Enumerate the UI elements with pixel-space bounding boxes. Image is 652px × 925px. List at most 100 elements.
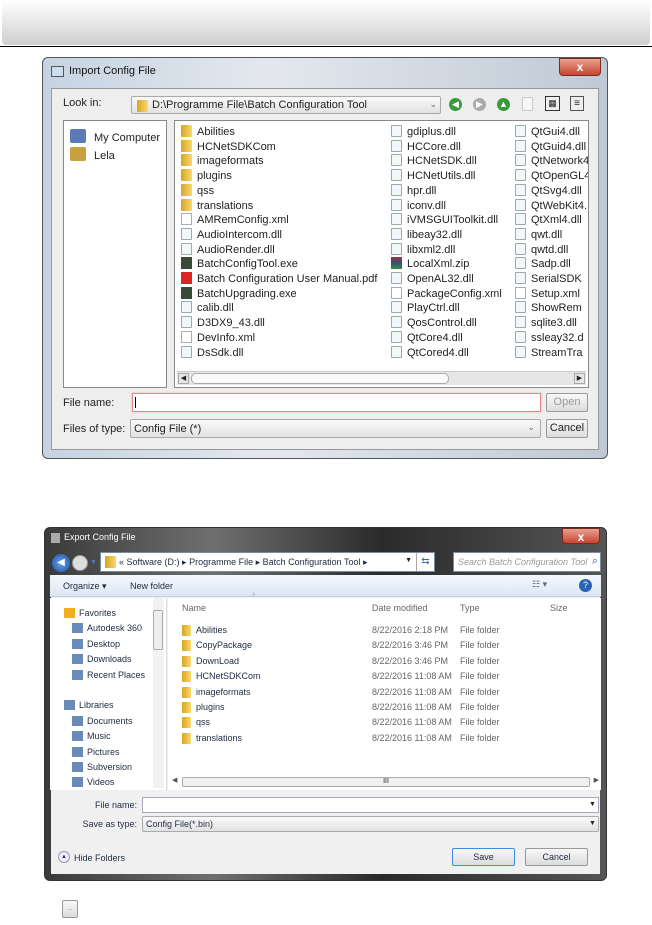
- save-button[interactable]: Save: [452, 848, 515, 866]
- scroll-left-icon[interactable]: ◀: [178, 373, 189, 384]
- file-item[interactable]: calib.dll: [181, 301, 234, 315]
- nav-item[interactable]: Subversion: [72, 760, 132, 774]
- sidebar-item[interactable]: Lela: [70, 147, 115, 162]
- sidebar-item[interactable]: My Computer: [70, 129, 160, 144]
- file-item[interactable]: iconv.dll: [391, 198, 446, 213]
- file-item[interactable]: ssleay32.d: [515, 330, 584, 345]
- table-row[interactable]: DownLoad 8/22/2016 3:46 PM File folder: [168, 655, 588, 669]
- organize-menu[interactable]: Organize ▾: [63, 581, 107, 592]
- table-row[interactable]: plugins 8/22/2016 11:08 AM File folder: [168, 701, 588, 715]
- file-item[interactable]: QtWebKit4.: [515, 198, 587, 213]
- open-button[interactable]: Open: [546, 393, 588, 412]
- file-item[interactable]: imageformats: [181, 154, 264, 168]
- file-item[interactable]: qwtd.dll: [515, 242, 568, 257]
- file-item[interactable]: LocalXml.zip: [391, 257, 469, 271]
- files-of-type-combo[interactable]: Config File (*) ⌄: [130, 419, 541, 438]
- search-input[interactable]: Search Batch Configuration Tool ⌕: [453, 552, 601, 572]
- chevron-up-icon[interactable]: ▲: [58, 851, 70, 863]
- file-item[interactable]: Abilities: [181, 125, 235, 139]
- file-item[interactable]: sqlite3.dll: [515, 316, 577, 330]
- file-item[interactable]: translations: [181, 198, 253, 213]
- table-row[interactable]: CopyPackage 8/22/2016 3:46 PM File folder: [168, 639, 588, 653]
- file-item[interactable]: D3DX9_43.dll: [181, 316, 265, 330]
- breadcrumb-separator-icon[interactable]: ▸: [361, 557, 368, 567]
- column-header[interactable]: Type: [460, 603, 480, 613]
- file-item[interactable]: QtXml4.dll: [515, 213, 582, 227]
- list-view-icon[interactable]: ▦: [545, 96, 560, 111]
- file-item[interactable]: hpr.dll: [391, 183, 436, 198]
- close-button[interactable]: x: [562, 528, 600, 544]
- file-item[interactable]: gdiplus.dll: [391, 125, 456, 139]
- file-item[interactable]: iVMSGUIToolkit.dll: [391, 213, 498, 227]
- column-header[interactable]: Size: [550, 603, 568, 613]
- file-item[interactable]: OpenAL32.dll: [391, 272, 474, 286]
- scrollbar-thumb[interactable]: [153, 610, 163, 650]
- column-header[interactable]: Name: [182, 603, 206, 613]
- file-item[interactable]: StreamTra: [515, 345, 583, 360]
- column-header[interactable]: Date modified: [372, 603, 428, 613]
- file-item[interactable]: QtCore4.dll: [391, 330, 463, 345]
- file-item[interactable]: PackageConfig.xml: [391, 286, 502, 301]
- scroll-right-icon[interactable]: ▶: [574, 373, 585, 384]
- horizontal-scrollbar[interactable]: ◀ III ▶: [168, 776, 601, 788]
- nav-item[interactable]: Favorites: [64, 606, 116, 620]
- file-name-input[interactable]: [142, 797, 599, 813]
- file-item[interactable]: BatchConfigTool.exe: [181, 257, 298, 271]
- address-bar[interactable]: « Software (D:) ▸ Programme File ▸ Batch…: [100, 552, 435, 572]
- new-folder-button[interactable]: New folder: [130, 581, 173, 591]
- file-item[interactable]: libxml2.dll: [391, 242, 455, 257]
- nav-scrollbar[interactable]: [153, 598, 164, 788]
- file-item[interactable]: PlayCtrl.dll: [391, 301, 460, 315]
- scroll-right-icon[interactable]: ▶: [594, 776, 599, 784]
- nav-item[interactable]: Pictures: [72, 745, 120, 759]
- back-icon[interactable]: ◀: [52, 554, 70, 572]
- file-item[interactable]: Sadp.dll: [515, 257, 571, 271]
- browse-button[interactable]: ...: [62, 900, 78, 918]
- table-row[interactable]: HCNetSDKCom 8/22/2016 11:08 AM File folder: [168, 670, 588, 684]
- refresh-icon[interactable]: ⇆: [416, 553, 434, 571]
- file-item[interactable]: DsSdk.dll: [181, 345, 243, 360]
- file-name-input[interactable]: [132, 393, 541, 412]
- breadcrumb-item[interactable]: Batch Configuration Tool: [263, 557, 361, 567]
- file-item[interactable]: QtSvg4.dll: [515, 183, 582, 198]
- breadcrumb-separator-icon[interactable]: ▸: [180, 557, 190, 567]
- up-icon[interactable]: ▲: [497, 98, 510, 111]
- file-item[interactable]: DevInfo.xml: [181, 330, 255, 345]
- detail-view-icon[interactable]: ≡: [570, 96, 584, 111]
- file-item[interactable]: ShowRem: [515, 301, 582, 315]
- breadcrumb-item[interactable]: Software (D:): [127, 557, 180, 567]
- nav-item[interactable]: Documents: [72, 714, 133, 728]
- back-icon[interactable]: ◀: [449, 98, 462, 111]
- file-item[interactable]: QtOpenGL4: [515, 169, 588, 183]
- forward-icon[interactable]: [72, 555, 88, 571]
- new-folder-icon[interactable]: [522, 97, 533, 111]
- nav-item[interactable]: Music: [72, 729, 111, 743]
- address-dropdown-icon[interactable]: ▼: [405, 557, 412, 564]
- file-item[interactable]: AMRemConfig.xml: [181, 213, 289, 227]
- cancel-button[interactable]: Cancel: [546, 419, 588, 438]
- file-item[interactable]: QtNetwork4: [515, 154, 588, 168]
- horizontal-scrollbar[interactable]: ◀ ▶: [177, 371, 586, 385]
- file-item[interactable]: HCNetSDK.dll: [391, 154, 477, 168]
- nav-item[interactable]: Desktop: [72, 637, 120, 651]
- file-item[interactable]: SerialSDK: [515, 272, 582, 286]
- close-button[interactable]: x: [559, 58, 601, 76]
- nav-item[interactable]: Autodesk 360: [72, 621, 142, 635]
- nav-item[interactable]: Recent Places: [72, 668, 145, 682]
- file-item[interactable]: libeay32.dll: [391, 227, 462, 242]
- recent-pages-icon[interactable]: ▼: [90, 559, 97, 566]
- file-item[interactable]: HCNetSDKCom: [181, 139, 276, 154]
- table-row[interactable]: translations 8/22/2016 11:08 AM File folde…: [168, 732, 588, 746]
- file-item[interactable]: QtGui4.dll: [515, 125, 580, 139]
- table-row[interactable]: imageformats 8/22/2016 11:08 AM File folde…: [168, 686, 588, 700]
- scrollbar-thumb[interactable]: [191, 373, 449, 384]
- nav-item[interactable]: Videos: [72, 775, 114, 789]
- save-type-combo[interactable]: Config File(*.bin): [142, 816, 599, 832]
- nav-item[interactable]: Downloads: [72, 652, 132, 666]
- file-item[interactable]: BatchUpgrading.exe: [181, 286, 297, 301]
- breadcrumb-item[interactable]: Programme File: [189, 557, 253, 567]
- file-item[interactable]: AudioIntercom.dll: [181, 227, 282, 242]
- scroll-left-icon[interactable]: ◀: [172, 776, 177, 784]
- file-item[interactable]: AudioRender.dll: [181, 242, 275, 257]
- scrollbar-thumb[interactable]: III: [182, 777, 590, 787]
